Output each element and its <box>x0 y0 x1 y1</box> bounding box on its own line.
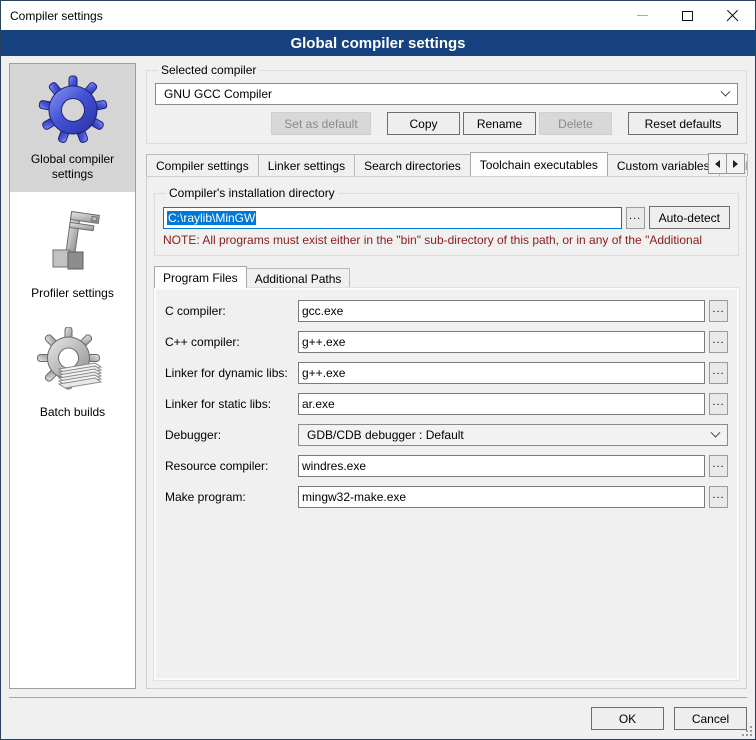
gray-gear-stack-icon <box>13 325 132 401</box>
close-icon <box>726 9 739 22</box>
delete-button[interactable]: Delete <box>539 112 612 135</box>
set-as-default-button[interactable]: Set as default <box>271 112 371 135</box>
program-tabs: Program Files Additional Paths <box>154 266 739 288</box>
cpp-compiler-value: g++.exe <box>302 335 345 349</box>
tab-program-files[interactable]: Program Files <box>154 266 247 288</box>
debugger-row: Debugger: GDB/CDB debugger : Default <box>165 424 728 446</box>
make-program-row: Make program: mingw32-make.exe ... <box>165 486 728 508</box>
maximize-icon <box>682 11 693 21</box>
maximize-button[interactable] <box>665 1 710 30</box>
program-files-panel: C compiler: gcc.exe ... C++ compiler: g+… <box>154 288 739 680</box>
resource-compiler-browse-button[interactable]: ... <box>709 455 728 477</box>
selected-compiler-group: Selected compiler GNU GCC Compiler Set a… <box>146 63 747 144</box>
debugger-value: GDB/CDB debugger : Default <box>307 428 464 442</box>
ok-button[interactable]: OK <box>591 707 664 730</box>
static-linker-browse-button[interactable]: ... <box>709 393 728 415</box>
static-linker-row: Linker for static libs: ar.exe ... <box>165 393 728 415</box>
make-program-label: Make program: <box>165 490 298 504</box>
tab-linker-settings[interactable]: Linker settings <box>258 154 355 176</box>
selected-compiler-group-label: Selected compiler <box>158 63 259 77</box>
compiler-select[interactable]: GNU GCC Compiler <box>155 83 738 105</box>
minimize-icon <box>637 15 648 16</box>
dynamic-linker-browse-button[interactable]: ... <box>709 362 728 384</box>
resize-grip[interactable] <box>742 726 752 736</box>
toolchain-executables-page: Compiler's installation directory C:\ray… <box>146 176 747 689</box>
settings-tabs: Compiler settings Linker settings Search… <box>146 152 747 176</box>
window-controls <box>620 1 755 30</box>
dynamic-linker-input[interactable]: g++.exe <box>298 362 705 384</box>
chevron-down-icon <box>711 427 721 437</box>
dialog-body: Global compiler settings <box>1 56 755 697</box>
tab-search-directories[interactable]: Search directories <box>354 154 471 176</box>
dynamic-linker-label: Linker for dynamic libs: <box>165 366 298 380</box>
copy-button[interactable]: Copy <box>387 112 460 135</box>
cpp-compiler-browse-button[interactable]: ... <box>709 331 728 353</box>
make-program-browse-button[interactable]: ... <box>709 486 728 508</box>
titlebar[interactable]: Compiler settings <box>1 1 755 30</box>
sidebar-item-label: Batch builds <box>13 405 132 420</box>
sidebar-item-global-compiler-settings[interactable]: Global compiler settings <box>10 64 135 192</box>
make-program-value: mingw32-make.exe <box>302 490 406 504</box>
resource-compiler-value: windres.exe <box>302 459 366 473</box>
chevron-down-icon <box>721 86 731 96</box>
static-linker-input[interactable]: ar.exe <box>298 393 705 415</box>
static-linker-value: ar.exe <box>302 397 335 411</box>
installation-directory-value: C:\raylib\MinGW <box>167 211 256 225</box>
cancel-button[interactable]: Cancel <box>674 707 747 730</box>
cpp-compiler-input[interactable]: g++.exe <box>298 331 705 353</box>
sidebar-item-profiler-settings[interactable]: Profiler settings <box>10 198 135 311</box>
sidebar-item-label: Profiler settings <box>13 286 132 301</box>
debugger-select[interactable]: GDB/CDB debugger : Default <box>298 424 728 446</box>
reset-defaults-button[interactable]: Reset defaults <box>628 112 738 135</box>
installation-directory-browse-button[interactable]: ... <box>626 207 645 229</box>
tab-scroll-right-button[interactable] <box>726 153 745 174</box>
cpp-compiler-label: C++ compiler: <box>165 335 298 349</box>
tab-toolchain-executables[interactable]: Toolchain executables <box>470 152 608 176</box>
cpp-compiler-row: C++ compiler: g++.exe ... <box>165 331 728 353</box>
resource-compiler-row: Resource compiler: windres.exe ... <box>165 455 728 477</box>
auto-detect-button[interactable]: Auto-detect <box>649 206 730 229</box>
arrow-right-icon <box>733 160 738 168</box>
c-compiler-input[interactable]: gcc.exe <box>298 300 705 322</box>
minimize-button[interactable] <box>620 1 665 30</box>
tab-scroll-left-button[interactable] <box>708 153 727 174</box>
compiler-select-value: GNU GCC Compiler <box>164 87 272 101</box>
c-compiler-label: C compiler: <box>165 304 298 318</box>
compiler-settings-dialog: Compiler settings Global compiler settin… <box>0 0 756 740</box>
installation-directory-group: Compiler's installation directory C:\ray… <box>154 186 739 256</box>
c-compiler-value: gcc.exe <box>302 304 343 318</box>
tab-custom-variables[interactable]: Custom variables <box>607 154 720 176</box>
resource-compiler-input[interactable]: windres.exe <box>298 455 705 477</box>
c-compiler-row: C compiler: gcc.exe ... <box>165 300 728 322</box>
bin-subdirectory-note: NOTE: All programs must exist either in … <box>163 233 730 247</box>
dynamic-linker-row: Linker for dynamic libs: g++.exe ... <box>165 362 728 384</box>
c-compiler-browse-button[interactable]: ... <box>709 300 728 322</box>
static-linker-label: Linker for static libs: <box>165 397 298 411</box>
window-title: Compiler settings <box>1 9 103 23</box>
compiler-buttons-row: Set as default Copy Rename Delete Reset … <box>155 112 738 135</box>
dialog-footer: OK Cancel <box>9 697 747 739</box>
sidebar-item-label: Global compiler settings <box>13 152 132 182</box>
blue-gear-icon <box>13 72 132 148</box>
tab-additional-paths[interactable]: Additional Paths <box>246 268 351 288</box>
installation-directory-row: C:\raylib\MinGW ... Auto-detect <box>163 206 730 229</box>
arrow-left-icon <box>715 160 720 168</box>
installation-directory-input[interactable]: C:\raylib\MinGW <box>163 207 622 229</box>
tab-scroll-buttons <box>709 153 745 174</box>
main-panel: Selected compiler GNU GCC Compiler Set a… <box>146 63 747 689</box>
close-button[interactable] <box>710 1 755 30</box>
dynamic-linker-value: g++.exe <box>302 366 345 380</box>
sidebar-item-batch-builds[interactable]: Batch builds <box>10 317 135 430</box>
rename-button[interactable]: Rename <box>463 112 536 135</box>
tab-compiler-settings[interactable]: Compiler settings <box>146 154 259 176</box>
caliper-icon <box>13 206 132 282</box>
installation-directory-group-label: Compiler's installation directory <box>166 186 338 200</box>
make-program-input[interactable]: mingw32-make.exe <box>298 486 705 508</box>
debugger-label: Debugger: <box>165 428 298 442</box>
resource-compiler-label: Resource compiler: <box>165 459 298 473</box>
sidebar: Global compiler settings <box>9 63 136 689</box>
page-title: Global compiler settings <box>1 30 755 56</box>
